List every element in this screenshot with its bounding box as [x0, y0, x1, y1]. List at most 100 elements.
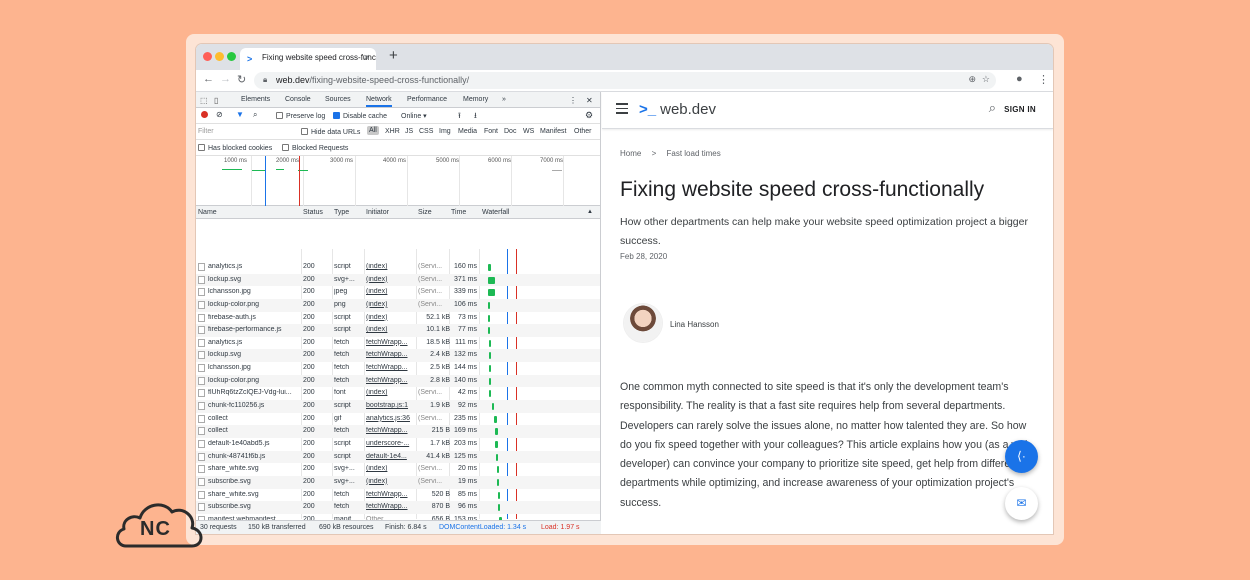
request-initiator[interactable]: (index) [366, 288, 414, 295]
table-row[interactable]: collect 200 gif analytics.js:36 (Servi... 235… [196, 413, 600, 426]
request-initiator[interactable]: bootstrap.js:1 [366, 402, 414, 409]
install-icon[interactable]: ⊕ [968, 74, 976, 85]
table-row[interactable]: share_white.svg 200 fetch fetchWrapp... 520 … [196, 489, 600, 502]
request-initiator[interactable]: fetchWrapp... [366, 503, 414, 510]
webdev-logo[interactable]: >_ web.dev [639, 101, 716, 118]
tab-console[interactable]: Console [285, 96, 311, 103]
tab-memory[interactable]: Memory [463, 96, 488, 103]
minimize-window-button[interactable] [215, 52, 224, 61]
type-css[interactable]: CSS [419, 128, 433, 135]
request-initiator[interactable]: (index) [366, 389, 414, 396]
type-img[interactable]: Img [439, 128, 451, 135]
request-initiator[interactable]: (index) [366, 314, 414, 321]
import-har-icon[interactable]: ⭱ [458, 110, 461, 124]
col-waterfall[interactable]: Waterfall [482, 209, 509, 216]
more-tabs-icon[interactable]: » [502, 96, 506, 103]
tab-network[interactable]: Network [366, 96, 392, 107]
tab-elements[interactable]: Elements [241, 96, 270, 103]
table-row[interactable]: lockup-color.png 200 fetch fetchWrapp... 2.8… [196, 374, 600, 388]
request-initiator[interactable]: (index) [366, 465, 414, 472]
col-type[interactable]: Type [334, 209, 349, 216]
type-font[interactable]: Font [484, 128, 498, 135]
table-row[interactable]: chunk-fc110256.js 200 script bootstrap.js:1… [196, 400, 600, 413]
maximize-window-button[interactable] [227, 52, 236, 61]
breadcrumb-fast-load-times[interactable]: Fast load times [666, 149, 720, 158]
table-row[interactable]: flUhRq6tzZclQEJ-Vdg-lui... 200 font (index)… [196, 387, 600, 400]
type-all[interactable]: All [367, 126, 379, 135]
blocked-requests-checkbox[interactable]: Blocked Requests [282, 144, 348, 152]
type-js[interactable]: JS [405, 128, 413, 135]
table-row[interactable]: subscribe.svg 200 svg+... (index) (Servi... 1… [196, 475, 600, 489]
table-row[interactable]: firebase-performance.js 200 script (index) 1… [196, 324, 600, 337]
breadcrumb-home[interactable]: Home [620, 149, 641, 158]
table-row[interactable]: lchansson.jpg 200 jpeg (index) (Servi... 339 … [196, 286, 600, 299]
reload-icon[interactable]: ↻ [237, 73, 246, 86]
hide-data-urls-checkbox[interactable]: Hide data URLs [301, 128, 360, 136]
close-tab-icon[interactable]: ✕ [363, 53, 370, 62]
request-initiator[interactable]: fetchWrapp... [366, 339, 414, 346]
request-initiator[interactable]: (index) [366, 326, 414, 333]
table-row[interactable]: lockup-color.png 200 png (index) (Servi... 10… [196, 298, 600, 312]
table-row[interactable]: default-1e40abd5.js 200 script underscore-.… [196, 438, 600, 451]
new-tab-icon[interactable]: + [389, 47, 398, 64]
col-status[interactable]: Status [303, 209, 323, 216]
table-row[interactable]: collect 200 fetch fetchWrapp... 215 B 169 ms [196, 425, 600, 438]
table-row[interactable]: lockup.svg 200 svg+... (index) (Servi... 371 … [196, 273, 600, 287]
type-media[interactable]: Media [458, 128, 477, 135]
request-initiator[interactable]: fetchWrapp... [366, 427, 414, 434]
col-initiator[interactable]: Initiator [366, 209, 389, 216]
request-initiator[interactable]: underscore-... [366, 440, 414, 447]
device-toolbar-icon[interactable]: ▯ [214, 96, 218, 105]
request-initiator[interactable]: analytics.js:36 [366, 415, 414, 422]
request-initiator[interactable]: fetchWrapp... [366, 351, 414, 358]
request-initiator[interactable]: (index) [366, 301, 414, 308]
request-initiator[interactable]: fetchWrapp... [366, 364, 414, 371]
type-xhr[interactable]: XHR [385, 128, 400, 135]
sign-in-button[interactable]: SIGN IN [1004, 105, 1036, 114]
table-row[interactable]: lockup.svg 200 fetch fetchWrapp... 2.4 kB 132… [196, 349, 600, 363]
type-doc[interactable]: Doc [504, 128, 516, 135]
hamburger-menu-icon[interactable] [616, 103, 628, 114]
request-initiator[interactable]: fetchWrapp... [366, 377, 414, 384]
table-row[interactable]: analytics.js 200 script (index) (Servi... 160… [196, 261, 600, 274]
type-manifest[interactable]: Manifest [540, 128, 566, 135]
request-initiator[interactable]: (index) [366, 263, 414, 270]
forward-icon[interactable]: → [220, 73, 231, 85]
settings-gear-icon[interactable]: ⚙ [585, 110, 593, 121]
col-size[interactable]: Size [418, 209, 432, 216]
close-devtools-icon[interactable]: ✕ [586, 96, 593, 105]
table-row[interactable]: firebase-auth.js 200 script (index) 52.1 kB 7… [196, 312, 600, 325]
more-menu-icon[interactable]: ⋮ [1038, 73, 1049, 86]
filter-icon[interactable]: ▼ [236, 110, 244, 119]
table-row[interactable]: subscribe.svg 200 fetch fetchWrapp... 870 B 9… [196, 501, 600, 514]
request-initiator[interactable]: (index) [366, 276, 414, 283]
bookmark-star-icon[interactable]: ☆ [982, 74, 990, 85]
col-name[interactable]: Name [198, 209, 217, 216]
inspect-icon[interactable]: ⬚ [200, 96, 208, 105]
table-row[interactable]: lchansson.jpg 200 fetch fetchWrapp... 2.5 kB… [196, 362, 600, 375]
export-har-icon[interactable]: ⭳ [474, 110, 477, 124]
subscribe-button[interactable]: ✉ [1005, 487, 1038, 520]
throttle-select[interactable]: Online ▾ [401, 112, 427, 120]
has-blocked-cookies-checkbox[interactable]: Has blocked cookies [198, 144, 272, 152]
devtools-menu-icon[interactable]: ⋮ [569, 96, 577, 105]
close-window-button[interactable] [203, 52, 212, 61]
request-initiator[interactable]: fetchWrapp... [366, 491, 414, 498]
table-row[interactable]: analytics.js 200 fetch fetchWrapp... 18.5 kB… [196, 337, 600, 350]
table-row[interactable]: chunk-48741f6b.js 200 script default-1e4...… [196, 450, 600, 464]
back-icon[interactable]: ← [203, 73, 214, 85]
search-icon[interactable]: ⌕ [989, 100, 996, 116]
search-icon[interactable]: ⌕ [253, 110, 257, 120]
request-initiator[interactable]: (index) [366, 478, 414, 485]
author-avatar[interactable] [624, 304, 662, 342]
tab-sources[interactable]: Sources [325, 96, 351, 103]
table-row[interactable]: share_white.svg 200 svg+... (index) (Servi..… [196, 463, 600, 476]
profile-icon[interactable]: ● [1016, 73, 1023, 85]
tab-performance[interactable]: Performance [407, 96, 447, 103]
clear-icon[interactable]: ⊘ [216, 110, 223, 119]
record-icon[interactable] [201, 111, 208, 118]
filter-input[interactable]: Filter [198, 128, 214, 135]
sort-up-icon[interactable]: ▲ [587, 209, 593, 215]
preserve-log-checkbox[interactable]: Preserve log [276, 112, 325, 120]
request-initiator[interactable]: default-1e4... [366, 453, 414, 460]
